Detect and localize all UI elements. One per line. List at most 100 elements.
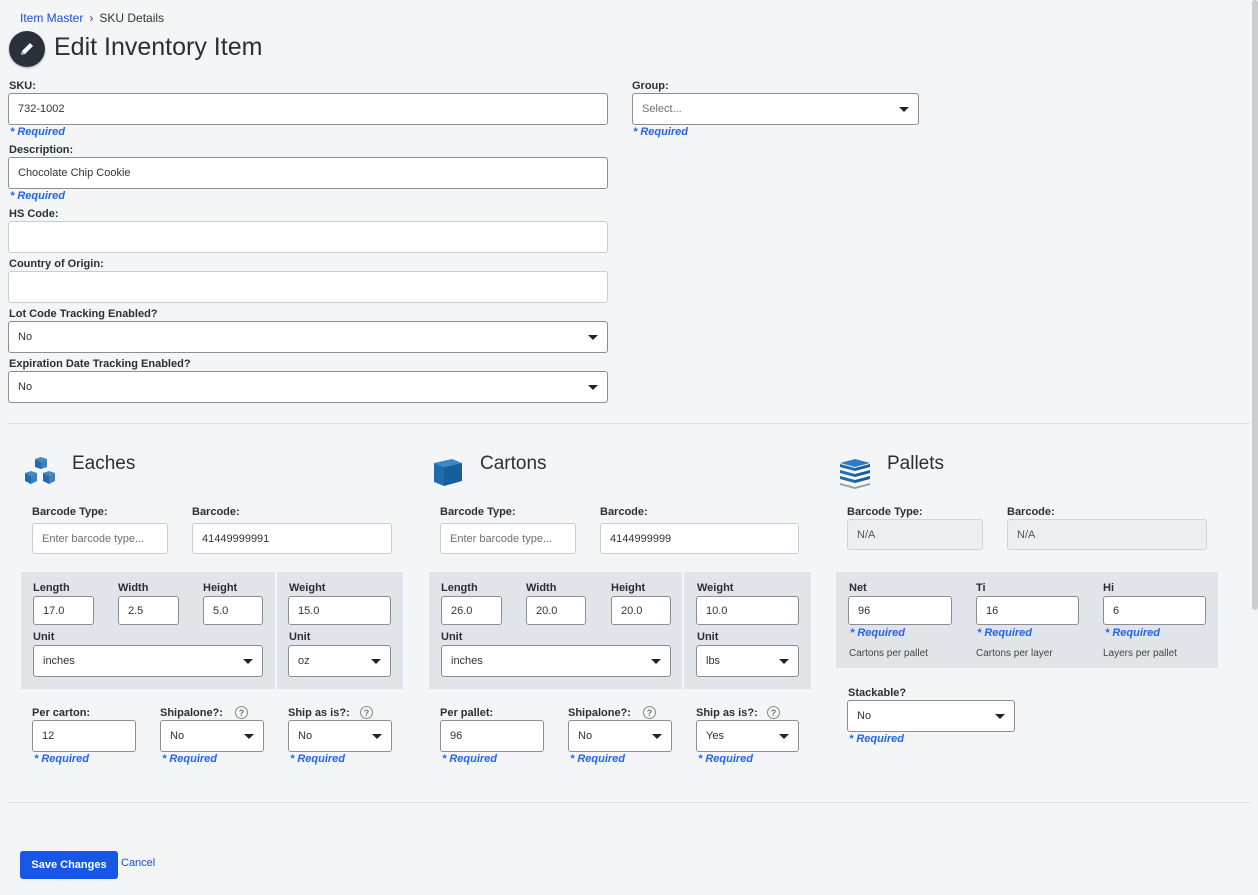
pallets-net-label: Net (849, 582, 867, 594)
cartons-length-input[interactable]: 26.0 (441, 596, 502, 625)
description-input[interactable]: Chocolate Chip Cookie (8, 157, 608, 189)
cartons-shipasis-required: * Required (698, 753, 754, 765)
cartons-weight-unit-label: Unit (697, 631, 719, 643)
eaches-shipasis-select[interactable]: No (288, 720, 392, 752)
cartons-shipasis-value: Yes (706, 730, 724, 742)
cubes-icon (24, 457, 58, 492)
breadcrumb-item-master-link[interactable]: Item Master (20, 11, 83, 25)
pallets-barcode-type-input: N/A (847, 519, 983, 550)
breadcrumb-current: SKU Details (99, 11, 165, 25)
eaches-barcode-type-input[interactable]: Enter barcode type... (32, 523, 168, 554)
pallets-ti-label: Ti (976, 582, 986, 594)
divider (8, 423, 1250, 424)
eaches-weight-unit-select[interactable]: oz (288, 645, 391, 677)
cartons-width-input[interactable]: 20.0 (526, 596, 586, 625)
help-icon[interactable]: ? (235, 706, 248, 719)
cartons-shipasis-label: Ship as is?: (696, 707, 758, 719)
exp-tracking-select[interactable]: No (8, 371, 608, 403)
caret-down-icon (779, 658, 789, 664)
vertical-scrollbar[interactable] (1252, 0, 1258, 610)
eaches-shipalone-label: Shipalone?: (160, 707, 223, 719)
caret-down-icon (995, 713, 1005, 719)
cartons-title: Cartons (480, 453, 547, 474)
eaches-shipalone-required: * Required (162, 753, 218, 765)
cartons-per-input[interactable]: 96 (440, 720, 544, 752)
eaches-weight-unit-label: Unit (289, 631, 311, 643)
help-icon[interactable]: ? (767, 706, 780, 719)
cartons-shipalone-label: Shipalone?: (568, 707, 631, 719)
pallets-stackable-required: * Required (849, 733, 905, 745)
divider (8, 802, 1250, 803)
eaches-weight-label: Weight (289, 582, 326, 594)
cartons-weight-input[interactable]: 10.0 (696, 596, 799, 625)
caret-down-icon (244, 733, 254, 739)
pallets-hi-required: * Required (1105, 627, 1161, 639)
pencil-icon (9, 31, 45, 67)
cartons-shipalone-required: * Required (570, 753, 626, 765)
hs-code-label: HS Code: (9, 208, 59, 220)
sku-label: SKU: (9, 80, 36, 92)
eaches-per-input[interactable]: 12 (32, 720, 136, 752)
sku-required: * Required (10, 126, 66, 138)
cartons-per-label: Per pallet: (440, 707, 494, 719)
country-input[interactable] (8, 271, 608, 303)
eaches-barcode-input[interactable]: 41449999991 (192, 523, 392, 554)
sku-input[interactable]: 732-1002 (8, 93, 608, 125)
save-changes-button[interactable]: Save Changes (20, 851, 118, 879)
eaches-length-input[interactable]: 17.0 (33, 596, 94, 625)
pallets-barcode-label: Barcode: (1007, 506, 1055, 518)
pallets-stackable-label: Stackable? (848, 687, 907, 699)
pallets-ti-help: Cartons per layer (976, 648, 1053, 659)
eaches-shipalone-select[interactable]: No (160, 720, 264, 752)
group-select[interactable]: Select... (632, 93, 919, 125)
pallets-title: Pallets (887, 453, 945, 474)
pallets-ti-input[interactable]: 16 (976, 596, 1079, 625)
caret-down-icon (243, 658, 253, 664)
cartons-barcode-type-input[interactable]: Enter barcode type... (440, 523, 576, 554)
eaches-height-label: Height (203, 582, 238, 594)
eaches-per-label: Per carton: (32, 707, 91, 719)
eaches-shipasis-value: No (298, 730, 313, 742)
eaches-per-required: * Required (34, 753, 90, 765)
eaches-height-input[interactable]: 5.0 (203, 596, 263, 625)
eaches-title: Eaches (72, 453, 136, 474)
caret-down-icon (779, 733, 789, 739)
pallets-net-help: Cartons per pallet (849, 648, 928, 659)
cartons-unit-select[interactable]: inches (441, 645, 671, 677)
cartons-shipasis-select[interactable]: Yes (696, 720, 799, 752)
eaches-weight-input[interactable]: 15.0 (288, 596, 391, 625)
help-icon[interactable]: ? (360, 706, 373, 719)
cartons-barcode-input[interactable]: 4144999999 (600, 523, 799, 554)
cartons-barcode-type-label: Barcode Type: (440, 506, 516, 518)
cartons-shipalone-select[interactable]: No (568, 720, 672, 752)
eaches-weight-unit-value: oz (298, 655, 310, 667)
cartons-height-input[interactable]: 20.0 (611, 596, 671, 625)
cartons-barcode-label: Barcode: (600, 506, 648, 518)
eaches-width-label: Width (118, 582, 149, 594)
eaches-shipasis-required: * Required (290, 753, 346, 765)
eaches-barcode-type-label: Barcode Type: (32, 506, 108, 518)
cartons-unit-value: inches (451, 655, 483, 667)
pallets-stackable-select[interactable]: No (847, 700, 1015, 732)
lot-tracking-select[interactable]: No (8, 321, 608, 353)
eaches-width-input[interactable]: 2.5 (118, 596, 179, 625)
cancel-link[interactable]: Cancel (121, 857, 155, 869)
cartons-weight-unit-select[interactable]: lbs (696, 645, 799, 677)
eaches-barcode-label: Barcode: (192, 506, 240, 518)
help-icon[interactable]: ? (643, 706, 656, 719)
caret-down-icon (652, 733, 662, 739)
caret-down-icon (372, 733, 382, 739)
cartons-weight-unit-value: lbs (706, 655, 721, 667)
eaches-unit-select[interactable]: inches (33, 645, 263, 677)
group-select-value: Select... (642, 103, 682, 115)
pallets-net-input[interactable]: 96 (848, 596, 952, 625)
country-label: Country of Origin: (9, 258, 104, 270)
pallets-hi-input[interactable]: 6 (1103, 596, 1206, 625)
group-required: * Required (633, 126, 689, 138)
hs-code-input[interactable] (8, 221, 608, 253)
chevron-right-icon: › (89, 11, 94, 25)
eaches-unit-value: inches (43, 655, 75, 667)
lot-tracking-value: No (18, 331, 33, 343)
breadcrumb: Item Master › SKU Details (20, 11, 164, 25)
cartons-length-label: Length (441, 582, 478, 594)
